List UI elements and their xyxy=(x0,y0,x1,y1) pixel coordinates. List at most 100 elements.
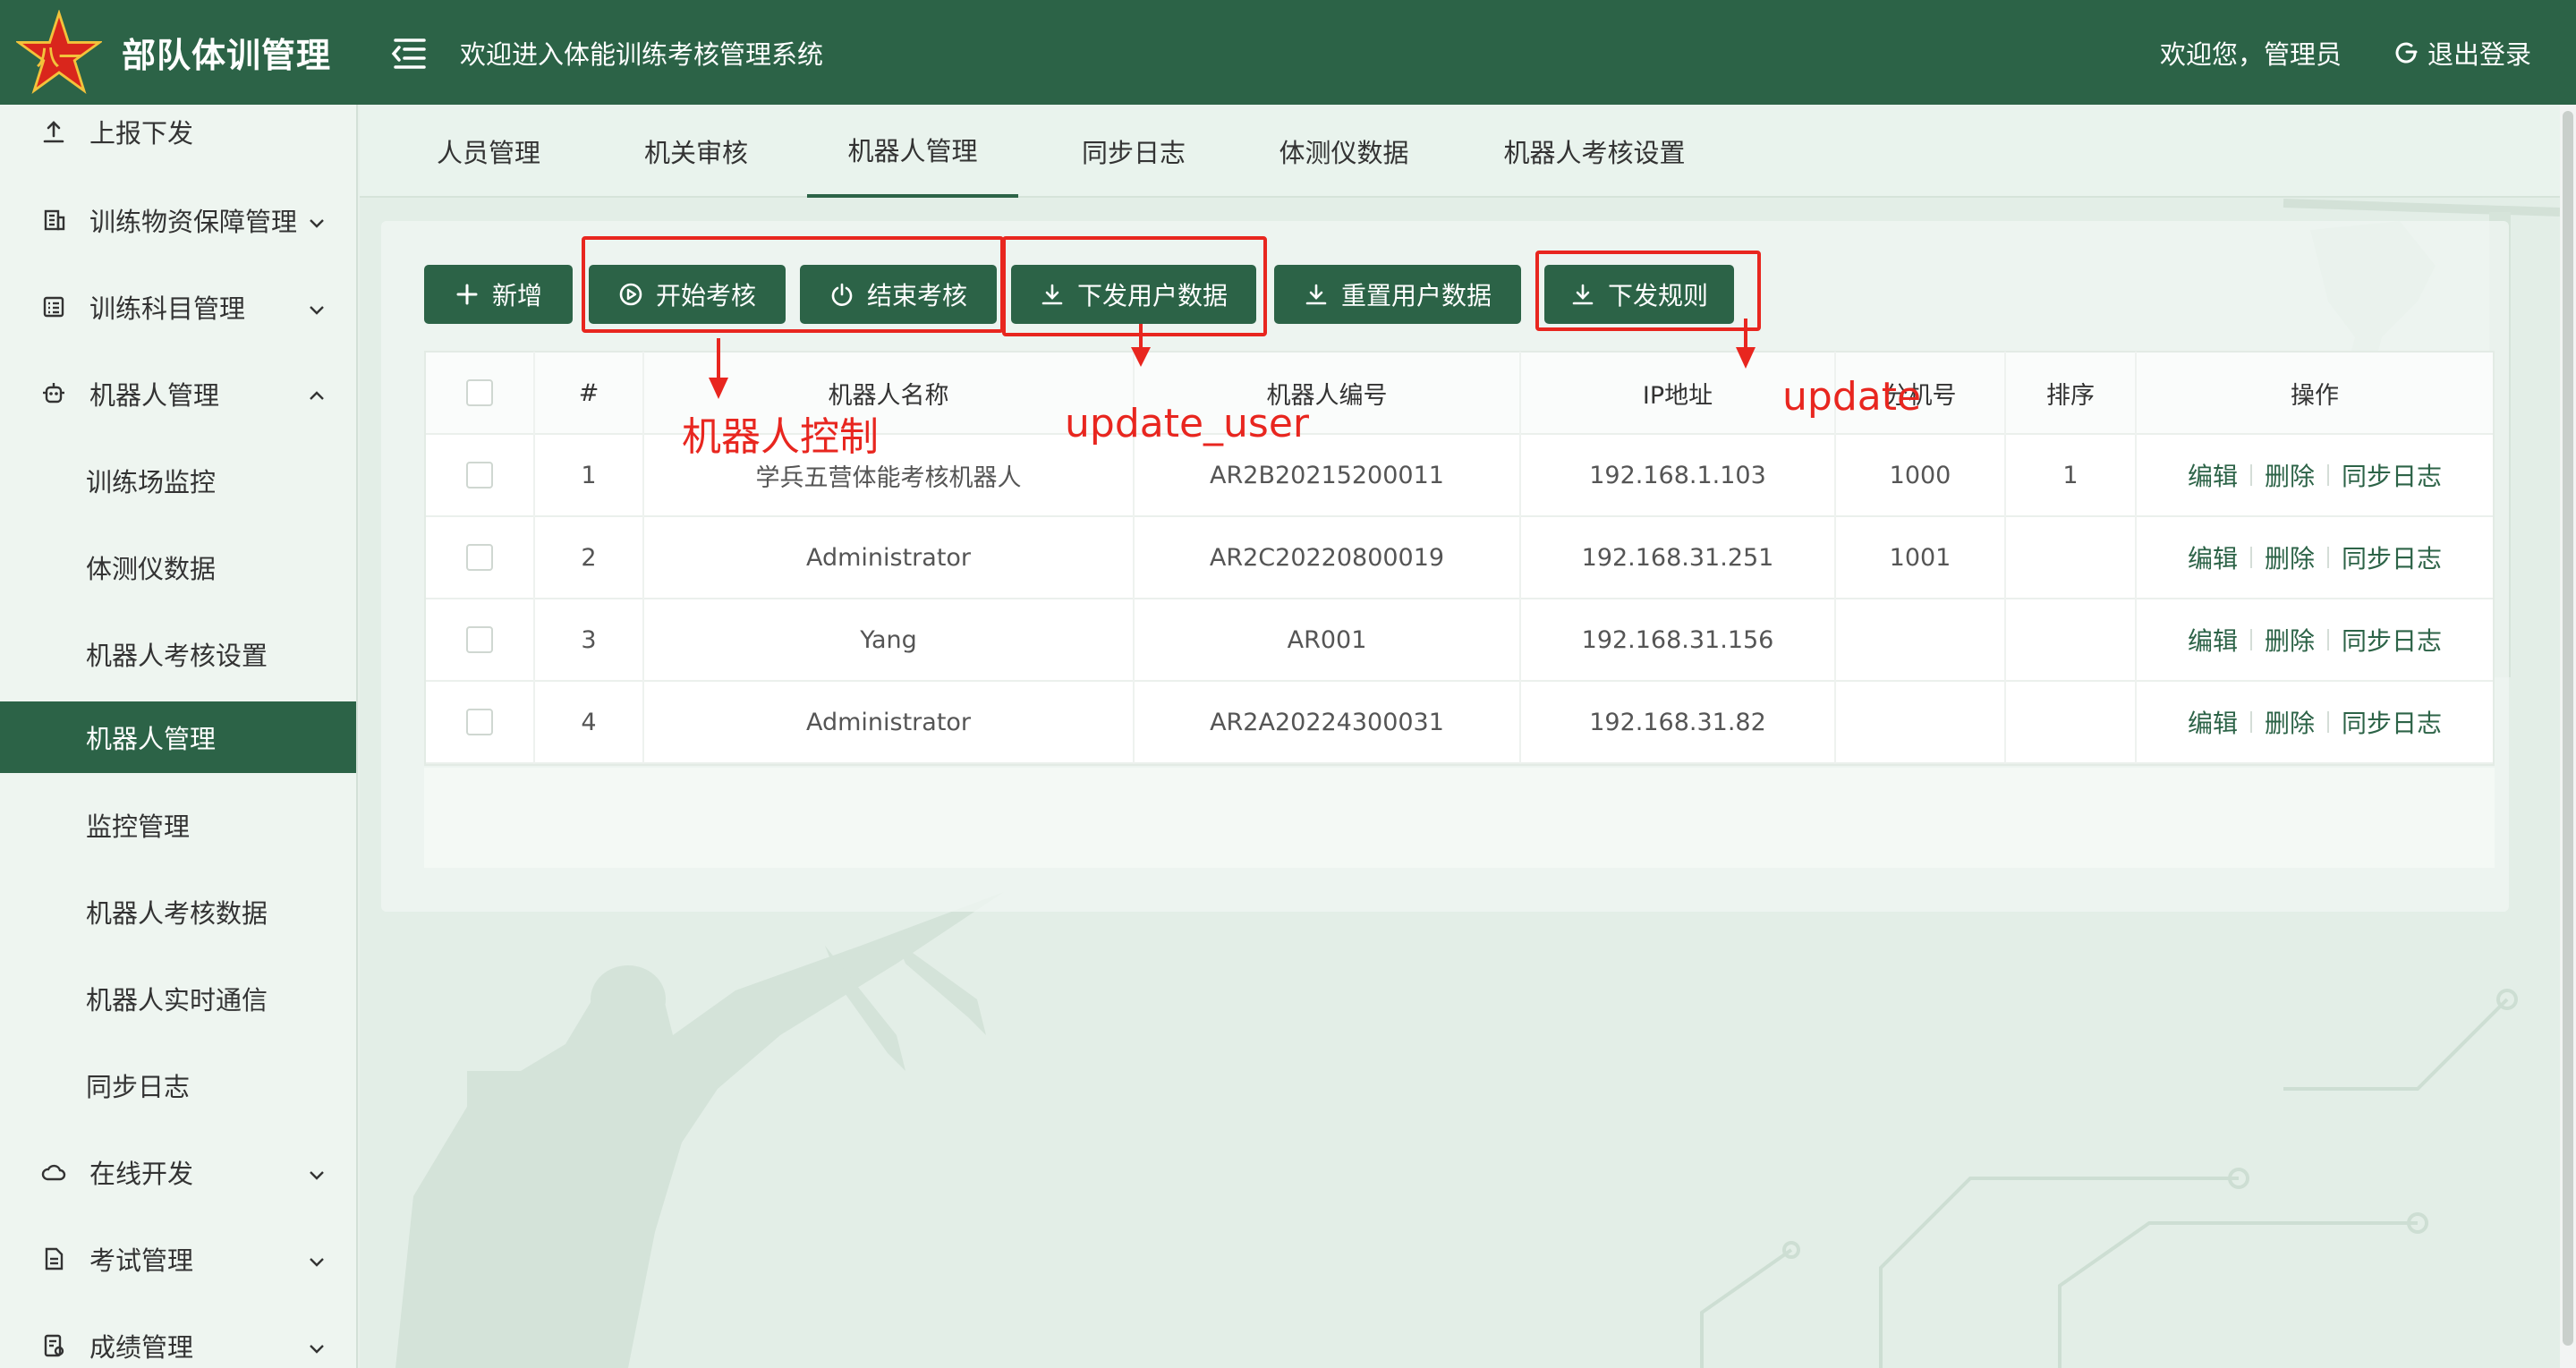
sidebar: 上报下发 训练物资保障管理 训练科目管理 机器人管理 训练场监控 体测仪数据 机… xyxy=(0,105,358,1368)
upload-icon xyxy=(38,115,70,148)
sync-log-link[interactable]: 同步日志 xyxy=(2342,622,2442,658)
push-rules-label: 下发规则 xyxy=(1607,281,1708,310)
push-user-data-label: 下发用户数据 xyxy=(1076,281,1228,310)
sidebar-item-field-monitor[interactable]: 训练场监控 xyxy=(0,440,356,521)
sidebar-item-fitness-data[interactable]: 体测仪数据 xyxy=(0,527,356,608)
cell-index: 1 xyxy=(535,434,644,516)
list-icon xyxy=(38,291,70,323)
cell-ip: 192.168.31.251 xyxy=(1521,516,1836,599)
sidebar-item-label: 训练科目管理 xyxy=(89,293,246,324)
edit-link[interactable]: 编辑 xyxy=(2188,540,2238,575)
col-header-extension: 分机号 xyxy=(1836,352,2006,434)
tab-bar: 人员管理 机关审核 机器人管理 同步日志 体测仪数据 机器人考核设置 xyxy=(360,105,2560,198)
select-all-checkbox[interactable] xyxy=(466,379,493,406)
cell-code: AR2A20224300031 xyxy=(1135,681,1521,763)
sidebar-item-monitor-management[interactable]: 监控管理 xyxy=(0,785,356,865)
sync-log-link[interactable]: 同步日志 xyxy=(2342,704,2442,740)
menu-toggle-icon[interactable] xyxy=(390,33,429,72)
edit-link[interactable]: 编辑 xyxy=(2188,704,2238,740)
sidebar-item-robot-management[interactable]: 机器人管理 xyxy=(0,701,356,773)
row-checkbox[interactable] xyxy=(466,462,493,489)
sidebar-item-label: 同步日志 xyxy=(86,1072,191,1102)
sidebar-item-sync-log[interactable]: 同步日志 xyxy=(0,1045,356,1126)
table-row: 1 学兵五营体能考核机器人 AR2B20215200011 192.168.1.… xyxy=(426,434,2493,517)
chevron-down-icon xyxy=(306,296,327,318)
reset-user-data-button[interactable]: 重置用户数据 xyxy=(1274,265,1521,324)
sidebar-item-label: 上报下发 xyxy=(89,118,194,149)
sidebar-item-robot-exam-data[interactable]: 机器人考核数据 xyxy=(0,871,356,952)
delete-link[interactable]: 删除 xyxy=(2265,540,2315,575)
sidebar-item-label: 成绩管理 xyxy=(89,1332,194,1363)
table-row: 4 Administrator AR2A20224300031 192.168.… xyxy=(426,681,2493,764)
table-row: 2 Administrator AR2C20220800019 192.168.… xyxy=(426,516,2493,599)
sidebar-item-exam-management[interactable]: 考试管理 xyxy=(0,1219,356,1299)
sidebar-item-supplies[interactable]: 训练物资保障管理 xyxy=(0,180,356,260)
sidebar-item-label: 在线开发 xyxy=(89,1159,194,1189)
top-header: 八一 部队体训管理 欢迎进入体能训练考核管理系统 欢迎您，管理员 退出登录 xyxy=(0,0,2576,105)
table-row: 3 Yang AR001 192.168.31.156 编辑 删除 同步日志 xyxy=(426,599,2493,682)
sidebar-item-robot-realtime[interactable]: 机器人实时通信 xyxy=(0,958,356,1039)
start-exam-button[interactable]: 开始考核 xyxy=(589,265,786,324)
col-header-code: 机器人编号 xyxy=(1135,352,1521,434)
power-icon xyxy=(831,283,853,306)
tab-sync-log[interactable]: 同步日志 xyxy=(1075,105,1192,198)
edit-link[interactable]: 编辑 xyxy=(2188,457,2238,493)
sidebar-item-label: 机器人实时通信 xyxy=(86,985,268,1015)
robot-table: # 机器人名称 机器人编号 IP地址 分机号 排序 操作 1 学兵五营体能考核机… xyxy=(424,351,2495,766)
cell-actions: 编辑 删除 同步日志 xyxy=(2137,516,2493,599)
cell-order xyxy=(2006,599,2137,681)
logo-text: 部队体训管理 xyxy=(122,36,332,75)
push-rules-button[interactable]: 下发规则 xyxy=(1544,265,1734,324)
tab-robot-management[interactable]: 机器人管理 xyxy=(807,105,1018,198)
start-exam-label: 开始考核 xyxy=(655,281,756,310)
scrollbar-thumb[interactable] xyxy=(2563,111,2573,1346)
cell-ip: 192.168.1.103 xyxy=(1521,434,1836,516)
play-circle-icon xyxy=(619,283,642,306)
sidebar-item-online-dev[interactable]: 在线开发 xyxy=(0,1132,356,1212)
cell-extension xyxy=(1836,681,2006,763)
cell-actions: 编辑 删除 同步日志 xyxy=(2137,434,2493,516)
sidebar-item-robot-exam-settings[interactable]: 机器人考核设置 xyxy=(0,614,356,694)
row-checkbox[interactable] xyxy=(466,626,493,653)
row-checkbox[interactable] xyxy=(466,544,493,571)
cell-name: Administrator xyxy=(644,516,1135,599)
table-empty-area xyxy=(424,768,2495,868)
score-icon xyxy=(38,1330,70,1362)
sidebar-item-robot-group[interactable]: 机器人管理 xyxy=(0,353,356,434)
logo: 八一 部队体训管理 xyxy=(0,0,358,105)
logout-label: 退出登录 xyxy=(2427,38,2531,70)
cell-code: AR2B20215200011 xyxy=(1135,434,1521,516)
sync-log-link[interactable]: 同步日志 xyxy=(2342,457,2442,493)
edit-link[interactable]: 编辑 xyxy=(2188,622,2238,658)
row-checkbox[interactable] xyxy=(466,709,493,735)
tab-personnel[interactable]: 人员管理 xyxy=(435,105,542,198)
sidebar-item-report[interactable]: 上报下发 xyxy=(0,105,356,172)
col-header-name: 机器人名称 xyxy=(644,352,1135,434)
cell-name: Administrator xyxy=(644,681,1135,763)
sync-log-link[interactable]: 同步日志 xyxy=(2342,540,2442,575)
cell-index: 4 xyxy=(535,681,644,763)
power-icon xyxy=(2395,42,2418,63)
delete-link[interactable]: 删除 xyxy=(2265,457,2315,493)
tab-robot-exam-settings[interactable]: 机器人考核设置 xyxy=(1496,105,1693,198)
tab-office-review[interactable]: 机关审核 xyxy=(642,105,750,198)
add-button[interactable]: 新增 xyxy=(424,265,573,324)
col-header-ip: IP地址 xyxy=(1521,352,1836,434)
end-exam-label: 结束考核 xyxy=(866,281,967,310)
col-header-index: # xyxy=(535,352,644,434)
push-user-data-button[interactable]: 下发用户数据 xyxy=(1011,265,1256,324)
sidebar-item-subjects[interactable]: 训练科目管理 xyxy=(0,267,356,347)
end-exam-button[interactable]: 结束考核 xyxy=(800,265,997,324)
cloud-icon xyxy=(38,1156,70,1188)
cell-name: 学兵五营体能考核机器人 xyxy=(644,434,1135,516)
delete-link[interactable]: 删除 xyxy=(2265,704,2315,740)
document-icon xyxy=(38,1243,70,1275)
delete-link[interactable]: 删除 xyxy=(2265,622,2315,658)
tab-fitness-data[interactable]: 体测仪数据 xyxy=(1272,105,1416,198)
chevron-down-icon xyxy=(306,1335,327,1356)
sidebar-item-label: 考试管理 xyxy=(89,1245,194,1276)
user-greeting: 欢迎您，管理员 xyxy=(2159,38,2342,70)
sidebar-item-score-management[interactable]: 成绩管理 xyxy=(0,1305,356,1368)
download-icon xyxy=(1572,284,1594,305)
logout-button[interactable]: 退出登录 xyxy=(2393,34,2531,72)
